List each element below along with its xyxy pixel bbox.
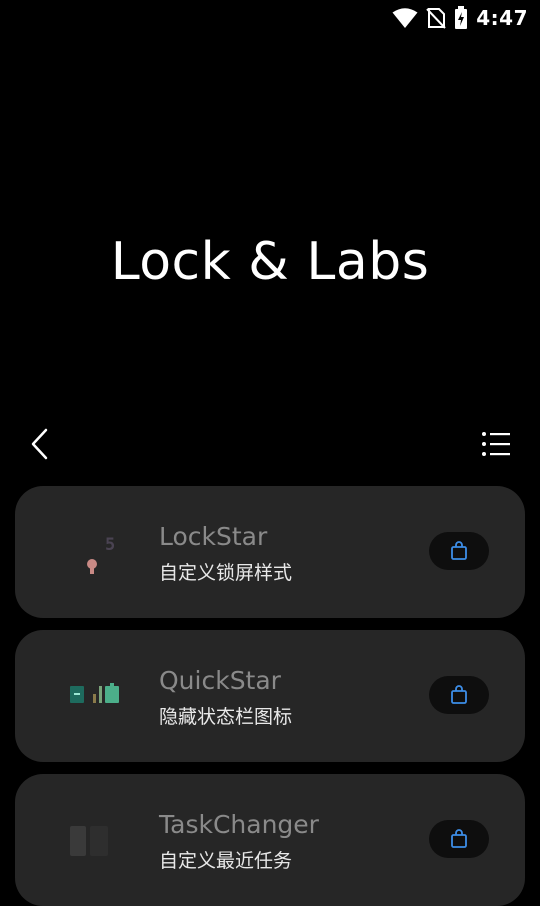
svg-text:5: 5 — [105, 535, 115, 555]
shopping-bag-icon — [451, 829, 467, 848]
status-bar: 4:47 — [0, 0, 540, 36]
lockstar-app-icon: 5 — [87, 535, 115, 574]
status-time: 4:47 — [476, 6, 528, 30]
app-description: 隐藏状态栏图标 — [159, 706, 293, 728]
shop-button[interactable] — [429, 676, 489, 714]
shop-button[interactable] — [429, 820, 489, 858]
app-description: 自定义锁屏样式 — [159, 562, 293, 584]
no-sim-icon — [426, 8, 446, 29]
battery-charging-icon — [455, 6, 468, 29]
app-description: 自定义最近任务 — [159, 850, 293, 872]
app-name: QuickStar — [159, 666, 281, 695]
list-menu-icon[interactable] — [480, 428, 512, 460]
shopping-bag-icon — [451, 685, 467, 704]
taskchanger-app-icon — [70, 826, 108, 856]
app-name: LockStar — [159, 522, 268, 551]
app-name: TaskChanger — [159, 810, 319, 839]
page-title: Lock & Labs — [110, 232, 430, 292]
app-card-quickstar[interactable]: QuickStar 隐藏状态栏图标 — [15, 630, 525, 762]
shop-button[interactable] — [429, 532, 489, 570]
wifi-icon — [392, 8, 418, 28]
status-icons: 4:47 — [392, 6, 528, 30]
quickstar-app-icon — [70, 683, 119, 703]
app-card-taskchanger[interactable]: TaskChanger 自定义最近任务 — [15, 774, 525, 906]
back-button[interactable] — [24, 424, 60, 464]
shopping-bag-icon — [451, 541, 467, 560]
app-card-lockstar[interactable]: 5 LockStar 自定义锁屏样式 — [15, 486, 525, 618]
